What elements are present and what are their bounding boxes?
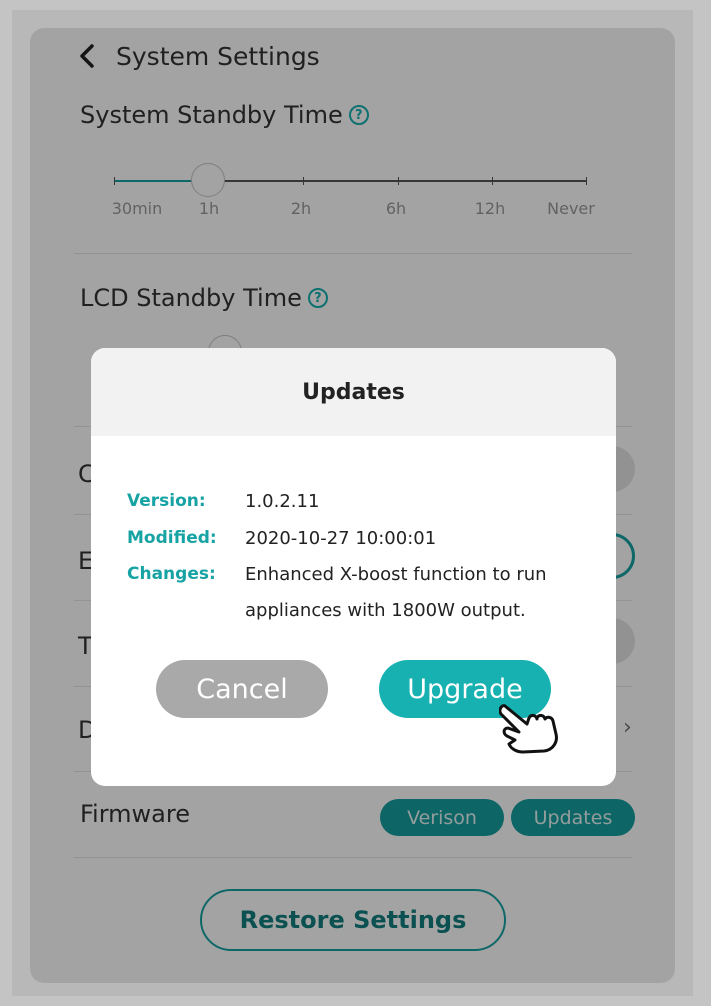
updates-dialog: Updates Version: 1.0.2.11 Modified: 2020… [91, 348, 616, 786]
cancel-button[interactable]: Cancel [156, 660, 328, 718]
version-label: Version: [127, 491, 206, 511]
pointing-hand-icon [499, 704, 558, 754]
modified-value: 2020-10-27 10:00:01 [245, 528, 437, 549]
version-value: 1.0.2.11 [245, 491, 320, 512]
modified-label: Modified: [127, 528, 217, 548]
dialog-title: Updates [91, 348, 616, 436]
changes-label: Changes: [127, 564, 216, 584]
changes-value: Enhanced X-boost function to run applian… [245, 564, 547, 621]
